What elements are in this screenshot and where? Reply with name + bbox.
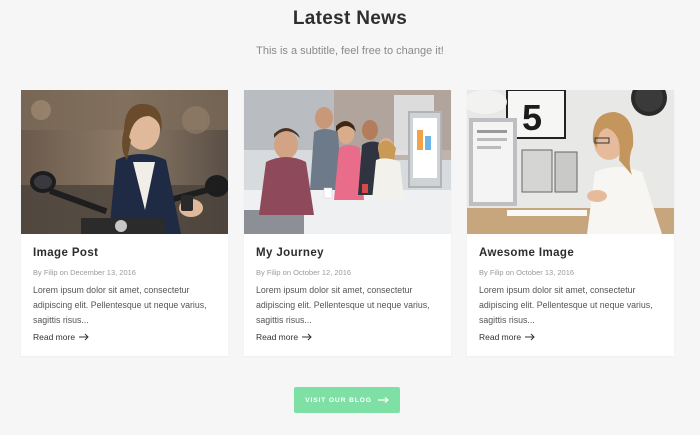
woman-at-desk-photo: 5 xyxy=(467,90,674,234)
post-image[interactable] xyxy=(21,90,228,234)
post-image[interactable]: 5 xyxy=(467,90,674,234)
arrow-right-icon xyxy=(302,333,312,341)
post-excerpt: Lorem ipsum dolor sit amet, consectetur … xyxy=(256,285,430,325)
woman-on-scooter-photo xyxy=(21,90,228,234)
svg-text:5: 5 xyxy=(522,97,542,138)
post-image[interactable] xyxy=(244,90,451,234)
read-more-link[interactable]: Read more xyxy=(33,332,89,342)
arrow-right-icon xyxy=(525,333,535,341)
read-more-link[interactable]: Read more xyxy=(256,332,312,342)
post-meta: By Filip on December 13, 2016 xyxy=(33,268,136,277)
team-meeting-photo xyxy=(244,90,451,234)
post-title[interactable]: Awesome Image xyxy=(479,245,662,261)
post-meta: By Filip on October 12, 2016 xyxy=(256,268,352,277)
post-title[interactable]: Image Post xyxy=(33,245,216,261)
post-excerpt: Lorem ipsum dolor sit amet, consectetur … xyxy=(33,285,207,325)
section-title: Latest News xyxy=(292,8,408,29)
post-card: My Journey By Filip on October 12, 2016 … xyxy=(244,90,451,356)
post-title[interactable]: My Journey xyxy=(256,245,439,261)
read-more-label: Read more xyxy=(33,332,76,342)
read-more-link[interactable]: Read more xyxy=(479,332,535,342)
post-card: Image Post By Filip on December 13, 2016… xyxy=(21,90,228,356)
read-more-label: Read more xyxy=(479,332,522,342)
read-more-label: Read more xyxy=(256,332,299,342)
section-subtitle: This is a subtitle, feel free to change … xyxy=(256,45,444,57)
visit-blog-label: VISIT OUR BLOG xyxy=(305,396,372,404)
arrow-right-icon xyxy=(377,397,389,403)
post-excerpt: Lorem ipsum dolor sit amet, consectetur … xyxy=(479,285,653,325)
arrow-right-icon xyxy=(79,333,89,341)
latest-news-section: Latest News This is a subtitle, feel fre… xyxy=(0,0,700,435)
post-card: 5 Awesome Image By Filip on October 13, … xyxy=(467,90,674,356)
post-meta: By Filip on October 13, 2016 xyxy=(479,268,575,277)
visit-blog-button[interactable]: VISIT OUR BLOG xyxy=(294,387,400,413)
